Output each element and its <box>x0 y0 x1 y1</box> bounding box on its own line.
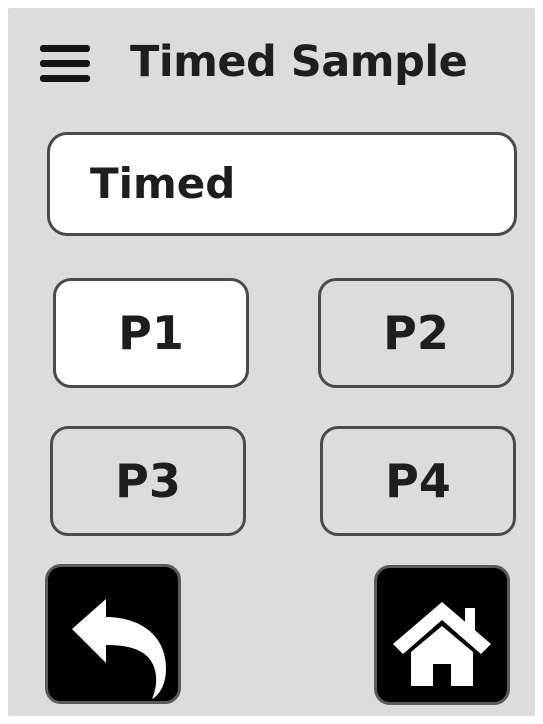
page-title: Timed Sample <box>130 37 468 87</box>
mode-field[interactable]: Timed <box>47 132 517 236</box>
back-button[interactable] <box>45 564 181 704</box>
preset-p1-button[interactable]: P1 <box>53 278 249 388</box>
back-arrow-icon <box>72 599 166 699</box>
menu-bar <box>40 45 90 52</box>
menu-bar <box>40 60 90 67</box>
hamburger-menu-icon[interactable] <box>40 45 90 85</box>
preset-p2-button[interactable]: P2 <box>318 278 514 388</box>
menu-bar <box>40 75 90 82</box>
home-icon <box>393 602 491 686</box>
screen-panel: Timed Sample Timed P1 P2 P3 P4 <box>8 8 535 716</box>
preset-p4-button[interactable]: P4 <box>320 426 516 536</box>
preset-p3-button[interactable]: P3 <box>50 426 246 536</box>
home-button[interactable] <box>374 565 510 705</box>
